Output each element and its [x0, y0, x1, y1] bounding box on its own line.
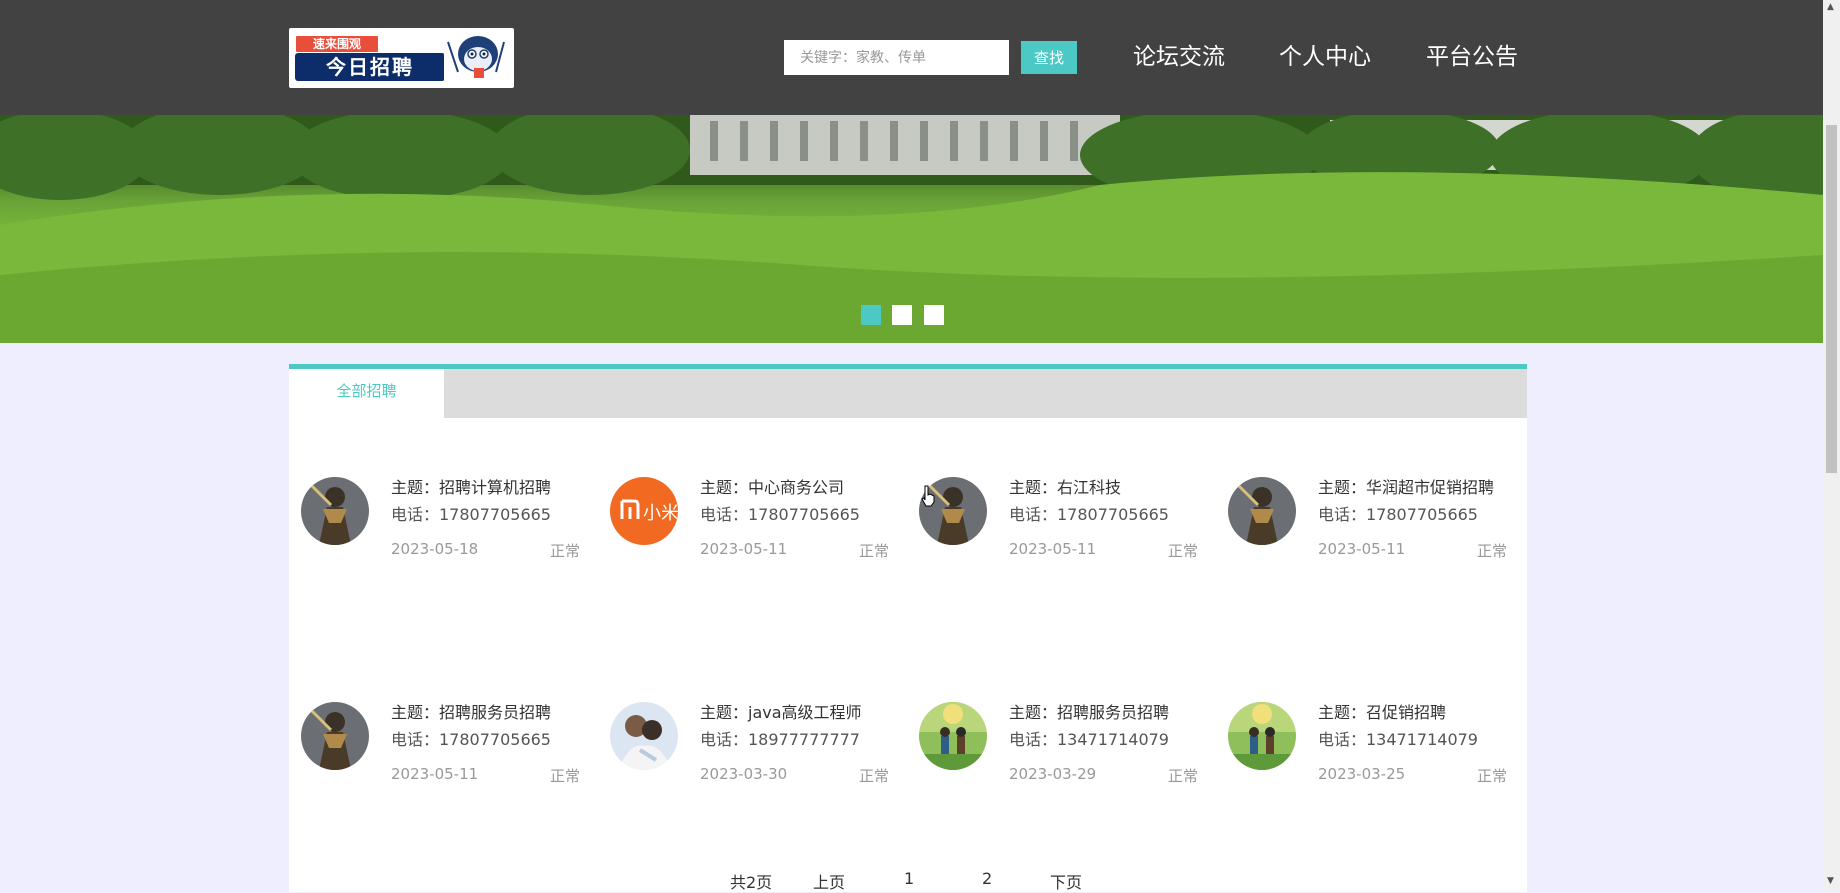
job-date: 2023-05-18 — [391, 540, 479, 558]
job-date: 2023-05-11 — [391, 765, 479, 783]
warrior-avatar[interactable] — [1228, 477, 1296, 545]
job-date: 2023-03-29 — [1009, 765, 1097, 783]
tab-bar: 全部招聘 — [289, 369, 1527, 418]
job-status: 正常 — [858, 767, 889, 785]
hand-cursor-icon — [921, 485, 935, 507]
job-title[interactable]: 主题：招聘计算机招聘 — [391, 474, 551, 498]
job-title[interactable]: 主题：右江科技 — [1009, 474, 1121, 498]
job-card[interactable]: 主题：招聘计算机招聘 电话：17807705665 2023-05-18 正常 — [289, 464, 589, 564]
warrior-avatar[interactable] — [301, 702, 369, 770]
carousel-dot-1[interactable] — [861, 305, 881, 325]
scrollbar-thumb[interactable] — [1826, 125, 1837, 473]
job-status: 正常 — [1476, 542, 1507, 560]
job-title[interactable]: 主题：华润超市促销招聘 — [1318, 474, 1494, 498]
pagination-page-2[interactable]: 2 — [982, 869, 992, 888]
pagination-page-1[interactable]: 1 — [904, 869, 914, 888]
anime-scene-avatar[interactable] — [1228, 702, 1296, 770]
nav-announcements[interactable]: 平台公告 — [1426, 40, 1518, 74]
job-title[interactable]: 主题：招聘服务员招聘 — [391, 699, 551, 723]
job-status: 正常 — [549, 542, 580, 560]
page-scrollbar[interactable]: ▲ ▼ — [1823, 0, 1840, 892]
job-status: 正常 — [1167, 767, 1198, 785]
job-title[interactable]: 主题：招聘服务员招聘 — [1009, 699, 1169, 723]
job-phone: 电话：18977777777 — [700, 730, 860, 749]
job-card[interactable]: 主题：召促销招聘 电话：13471714079 2023-03-25 正常 — [1216, 689, 1516, 789]
job-phone: 电话：17807705665 — [391, 505, 551, 524]
nav-personal-center[interactable]: 个人中心 — [1279, 40, 1371, 74]
job-phone: 电话：17807705665 — [1009, 505, 1169, 524]
warrior-avatar[interactable] — [301, 477, 369, 545]
anime-scene-avatar[interactable] — [919, 702, 987, 770]
scroll-up-arrow-icon[interactable]: ▲ — [1827, 2, 1834, 12]
job-title[interactable]: 主题：召促销招聘 — [1318, 699, 1446, 723]
job-card[interactable]: 主题：java高级工程师 电话：18977777777 2023-03-30 正… — [598, 689, 898, 789]
job-date: 2023-05-11 — [1318, 540, 1406, 558]
search-button[interactable]: 查找 — [1021, 41, 1077, 74]
scroll-down-arrow-icon[interactable]: ▼ — [1827, 876, 1834, 886]
job-date: 2023-03-30 — [700, 765, 788, 783]
carousel-dot-3[interactable] — [924, 305, 944, 325]
job-status: 正常 — [858, 542, 889, 560]
job-card[interactable]: 小米 主题：中心商务公司 电话：17807705665 2023-05-11 正… — [598, 464, 898, 564]
top-navigation-bar: 速来围观 今日招聘 查找 论坛交流 个人中心 平台公告 — [0, 0, 1823, 115]
job-phone: 电话：13471714079 — [1009, 730, 1169, 749]
job-status: 正常 — [1167, 542, 1198, 560]
search-input[interactable] — [784, 40, 1009, 75]
job-phone: 电话：17807705665 — [1318, 505, 1478, 524]
job-listing-panel: 全部招聘 主题：招聘计算机招聘 电话：17807705665 2023-05-1… — [289, 364, 1527, 892]
job-status: 正常 — [549, 767, 580, 785]
logo-badge: 速来围观 — [295, 35, 379, 53]
couple-photo-avatar[interactable] — [610, 702, 678, 770]
job-phone: 电话：17807705665 — [391, 730, 551, 749]
xiaomi-logo-avatar[interactable]: 小米 — [610, 477, 678, 545]
svg-text:小米: 小米 — [643, 503, 678, 524]
job-card[interactable]: 主题：招聘服务员招聘 电话：17807705665 2023-05-11 正常 — [289, 689, 589, 789]
logo-title: 今日招聘 — [295, 53, 445, 81]
job-title[interactable]: 主题：java高级工程师 — [700, 699, 862, 723]
job-phone: 电话：13471714079 — [1318, 730, 1478, 749]
job-card[interactable]: 主题：招聘服务员招聘 电话：13471714079 2023-03-29 正常 — [907, 689, 1207, 789]
job-title[interactable]: 主题：中心商务公司 — [700, 474, 844, 498]
pagination-total: 共2页 — [730, 873, 773, 892]
job-date: 2023-03-25 — [1318, 765, 1406, 783]
nav-forum[interactable]: 论坛交流 — [1133, 40, 1225, 74]
job-date: 2023-05-11 — [700, 540, 788, 558]
job-card[interactable]: 主题：右江科技 电话：17807705665 2023-05-11 正常 — [907, 464, 1207, 564]
tab-all-jobs[interactable]: 全部招聘 — [289, 369, 444, 418]
pagination-prev[interactable]: 上页 — [813, 869, 845, 893]
site-logo[interactable]: 速来围观 今日招聘 — [289, 28, 514, 88]
job-date: 2023-05-11 — [1009, 540, 1097, 558]
job-phone: 电话：17807705665 — [700, 505, 860, 524]
carousel-dot-2[interactable] — [892, 305, 912, 325]
job-card[interactable]: 主题：华润超市促销招聘 电话：17807705665 2023-05-11 正常 — [1216, 464, 1516, 564]
pagination-next[interactable]: 下页 — [1050, 869, 1082, 893]
mascot-icon — [444, 32, 510, 84]
job-status: 正常 — [1476, 767, 1507, 785]
